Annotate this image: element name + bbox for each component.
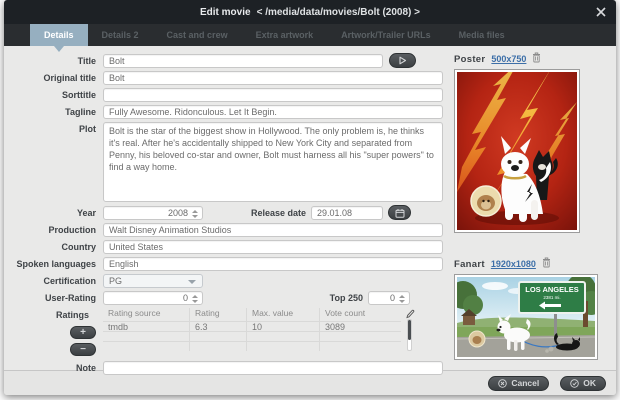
note-input[interactable] [103,361,443,375]
ratings-row: Ratings + − Rating source Rating Max. va… [8,308,448,356]
tagline-input[interactable] [103,105,443,119]
top250-label: Top 250 [268,291,363,305]
fanart-header: Fanart 1920x1080 [454,258,614,270]
calendar-button[interactable] [388,205,411,220]
details-panel: Title Original title Sorttitle Tagline [4,46,616,370]
edit-movie-dialog: Edit movie < /media/data/movies/Bolt (20… [4,0,616,395]
ratings-table: Rating source Rating Max. value Vote cou… [103,308,401,351]
poster-header: Poster 500x750 [454,53,614,65]
table-row-empty [103,331,401,341]
close-icon [596,7,606,17]
title-input[interactable] [103,54,383,68]
spoken-languages-input[interactable] [103,257,443,271]
table-row-empty [103,341,401,351]
spoken-languages-row: Spoken languages [8,257,448,271]
movie-path: < /media/data/movies/Bolt (2008) > [257,7,420,18]
cancel-button[interactable]: Cancel [488,376,549,391]
ok-icon [570,379,579,388]
production-input[interactable] [103,223,443,237]
tab-details[interactable]: Details [30,24,88,46]
tab-media-files[interactable]: Media files [445,24,519,46]
ratings-label: Ratings [56,308,89,322]
remove-rating-button[interactable]: − [70,343,96,356]
cancel-icon [498,379,507,388]
ratings-scrollbar[interactable] [407,319,412,351]
user-rating-spinner[interactable]: 0 [103,291,203,305]
tab-extra-artwork[interactable]: Extra artwork [242,24,328,46]
plot-textarea[interactable]: Bolt is the star of the biggest show in … [103,122,443,202]
original-title-row: Original title [8,71,448,85]
poster-label: Poster [454,54,485,65]
table-row[interactable]: tmdb 6.3 10 3089 [103,321,401,331]
title-row: Title [8,53,448,68]
certification-row: Certification PG [8,274,448,288]
titlebar: Edit movie < /media/data/movies/Bolt (20… [4,0,616,24]
delete-poster-button[interactable] [532,50,541,68]
plot-label: Plot [8,122,96,136]
production-label: Production [8,223,96,237]
poster-image [454,69,580,233]
column-header: Rating source [103,308,189,321]
tagline-row: Tagline [8,105,448,119]
poster-size-link[interactable]: 500x750 [491,54,526,64]
plot-row: Plot Bolt is the star of the biggest sho… [8,122,448,202]
spinner-arrows-icon [192,210,198,218]
ratings-table-header: Rating source Rating Max. value Vote cou… [103,308,401,321]
release-date-label: Release date [211,206,306,220]
column-header: Max. value [246,308,319,321]
svg-text:2381 mi.: 2381 mi. [543,295,560,300]
spoken-languages-label: Spoken languages [8,257,96,271]
tab-artwork-trailer-urls[interactable]: Artwork/Trailer URLs [327,24,445,46]
title-label: Title [8,54,96,68]
year-label: Year [8,206,96,220]
pencil-icon [405,309,415,319]
fanart-image: LOS ANGELES 2381 mi. [454,274,598,360]
tabbar: Details Details 2 Cast and crew Extra ar… [4,24,616,46]
production-row: Production [8,223,448,237]
year-release-row: Year 2008 Release date [8,205,448,220]
user-rating-label: User-Rating [8,291,96,305]
sorttitle-row: Sorttitle [8,88,448,102]
country-label: Country [8,240,96,254]
spinner-arrows-icon [192,295,198,303]
scrollbar-thumb[interactable] [408,320,411,340]
certification-label: Certification [8,274,96,288]
add-rating-button[interactable]: + [70,326,96,339]
tab-details-2[interactable]: Details 2 [88,24,153,46]
artwork-column: Poster 500x750 [454,53,614,362]
delete-fanart-button[interactable] [542,255,551,273]
chevron-down-icon [188,280,196,284]
original-title-label: Original title [8,71,96,85]
sorttitle-input[interactable] [103,88,443,102]
note-label: Note [8,361,96,375]
ok-button[interactable]: OK [560,376,606,391]
column-header: Rating [189,308,246,321]
original-title-input[interactable] [103,71,443,85]
tagline-label: Tagline [8,105,96,119]
user-rating-row: User-Rating 0 Top 250 0 [8,291,448,305]
column-header: Vote count [319,308,401,321]
calendar-icon [395,208,405,218]
fanart-label: Fanart [454,259,485,270]
play-title-button[interactable] [389,53,416,68]
country-row: Country [8,240,448,254]
trash-icon [532,52,541,63]
certification-dropdown[interactable]: PG [103,274,203,288]
details-form: Title Original title Sorttitle Tagline [8,53,448,378]
tab-cast-and-crew[interactable]: Cast and crew [153,24,242,46]
spinner-arrows-icon [399,295,405,303]
release-date-input[interactable] [311,206,383,220]
close-button[interactable] [595,6,607,18]
play-icon [398,56,407,65]
note-row: Note [8,361,448,375]
svg-text:LOS ANGELES: LOS ANGELES [525,285,578,294]
dialog-title: Edit movie [200,7,251,18]
fanart-size-link[interactable]: 1920x1080 [491,259,536,269]
trash-icon [542,257,551,268]
year-spinner[interactable]: 2008 [103,206,203,220]
sorttitle-label: Sorttitle [8,88,96,102]
top250-spinner[interactable]: 0 [368,291,410,305]
country-input[interactable] [103,240,443,254]
